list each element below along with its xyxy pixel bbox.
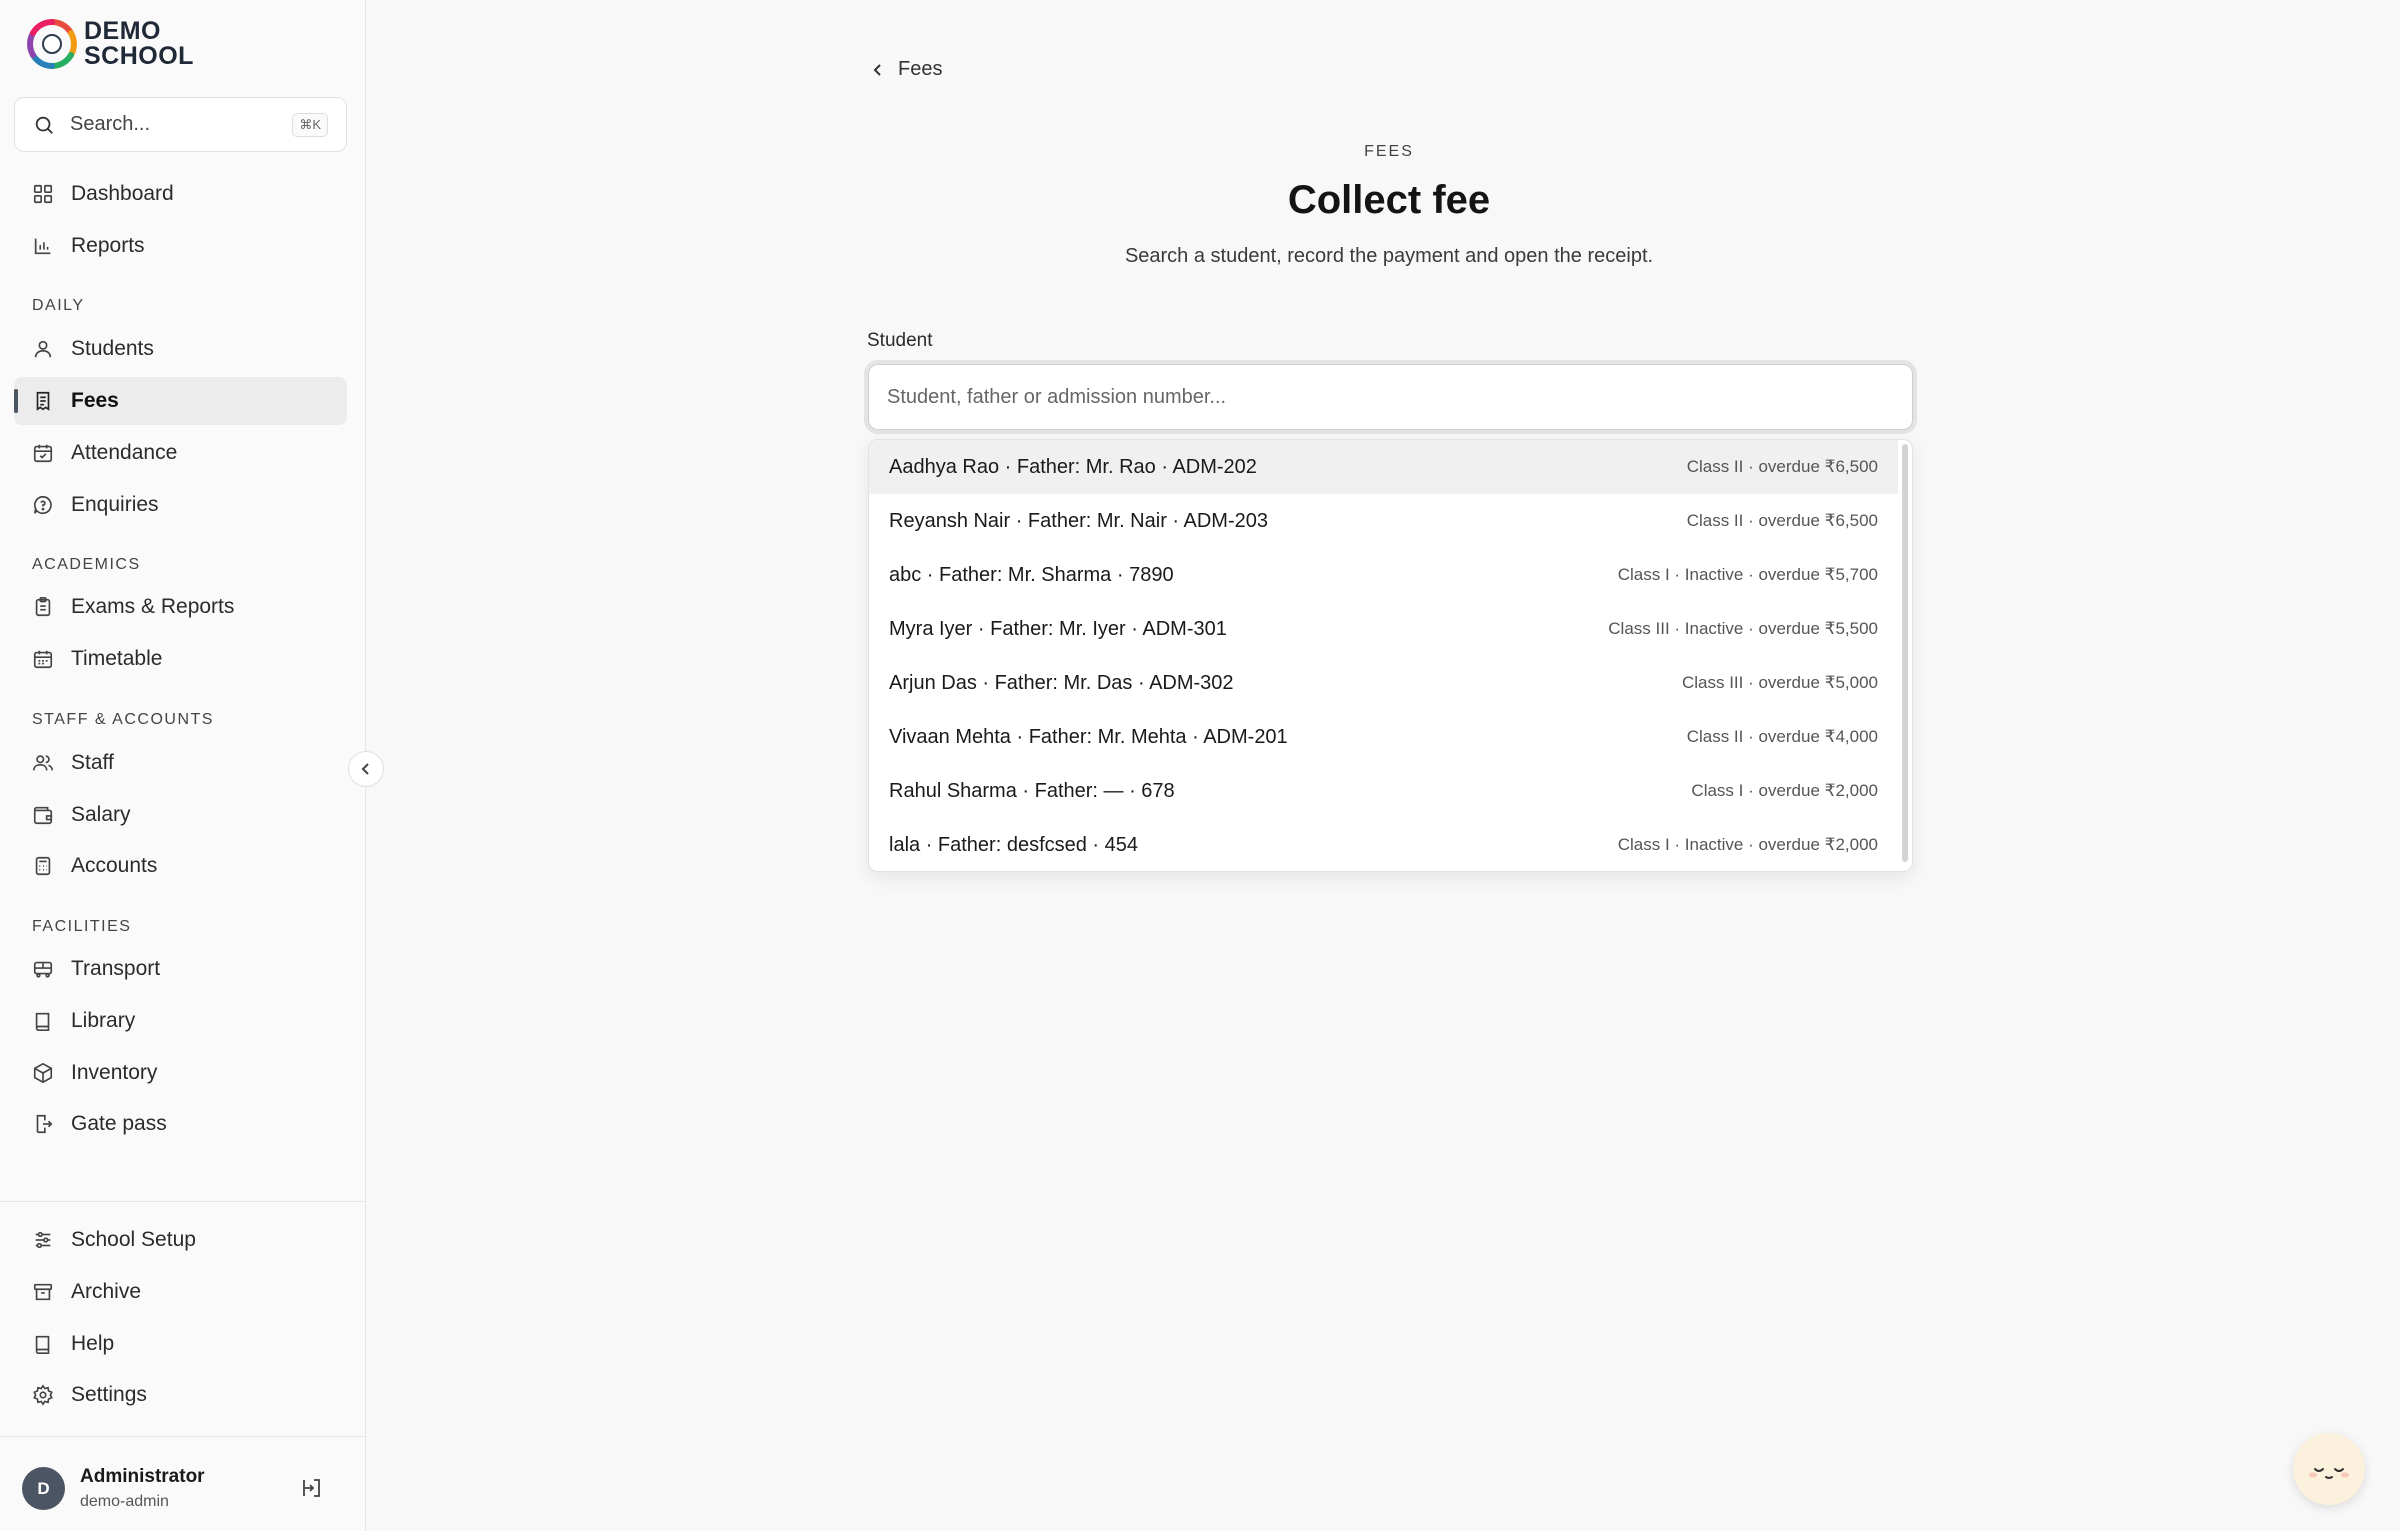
result-option[interactable]: Rahul Sharma · Father: — · 678 Class I ·… (869, 764, 1898, 818)
section-label-staff-accounts: STAFF & ACCOUNTS (32, 711, 214, 728)
user-icon (34, 340, 52, 358)
sidebar-item-label: School Setup (71, 1228, 196, 1251)
sidebar-item-label: Attendance (71, 441, 178, 464)
assistant-face-icon (2309, 1468, 2349, 1479)
search-placeholder: Search... (70, 113, 151, 135)
dashboard-icon (33, 184, 53, 204)
chevron-left-icon (873, 63, 881, 76)
result-option[interactable]: Myra Iyer · Father: Mr. Iyer · ADM-301 C… (869, 602, 1898, 656)
sidebar-item-label: Transport (71, 957, 161, 980)
receipt-icon (36, 391, 50, 411)
student-results-dropdown: Aadhya Rao · Father: Mr. Rao · ADM-202 C… (868, 439, 1913, 872)
section-label-daily: DAILY (32, 297, 85, 314)
result-option[interactable]: Reyansh Nair · Father: Mr. Nair · ADM-20… (869, 494, 1898, 548)
sidebar-item-label: Reports (71, 234, 145, 257)
school-logo[interactable]: DEMO SCHOOL (24, 16, 194, 72)
sidebar-item-label: Salary (71, 803, 131, 826)
sidebar-item-gatepass[interactable]: Gate pass (14, 1100, 347, 1148)
sidebar-item-archive[interactable]: Archive (14, 1268, 347, 1316)
sidebar-item-label: Staff (71, 751, 114, 774)
result-option[interactable]: Arjun Das · Father: Mr. Das · ADM-302 Cl… (869, 656, 1898, 710)
search-icon (35, 116, 53, 134)
book-icon (35, 1335, 50, 1354)
sidebar-item-transport[interactable]: Transport (14, 945, 347, 993)
sidebar-item-staff[interactable]: Staff (14, 739, 347, 787)
bar-chart-icon (34, 238, 51, 255)
logo-icon (27, 19, 77, 69)
sidebar-item-label: Gate pass (71, 1112, 167, 1135)
sidebar-divider (0, 1201, 366, 1202)
settings-icon (33, 1384, 53, 1406)
sidebar-item-salary[interactable]: Salary (14, 791, 347, 839)
avatar: D (22, 1467, 65, 1510)
sidebar-item-attendance[interactable]: Attendance (14, 429, 347, 477)
sidebar-item-label: Archive (71, 1280, 142, 1303)
sidebar-item-timetable[interactable]: Timetable (14, 635, 347, 683)
calculator-icon (35, 856, 51, 876)
calendar-check-icon (33, 444, 53, 463)
sidebar-item-enquiries[interactable]: Enquiries (14, 481, 347, 529)
user-name: Administrator (80, 1466, 205, 1487)
clipboard-icon (35, 597, 51, 617)
sidebar-item-students[interactable]: Students (14, 325, 347, 373)
result-option[interactable]: Aadhya Rao · Father: Mr. Rao · ADM-202 C… (869, 440, 1898, 494)
shortcut-badge: ⌘K (292, 112, 328, 137)
sidebar-item-label: Students (71, 337, 154, 360)
sidebar-item-label: Timetable (71, 647, 163, 670)
sidebar-item-settings[interactable]: Settings (14, 1371, 347, 1419)
collapse-sidebar-button[interactable] (348, 751, 384, 787)
result-option[interactable]: lala · Father: desfcsed · 454 Class I · … (869, 818, 1898, 871)
sliders-icon (35, 1231, 51, 1249)
sidebar-item-label: Exams & Reports (71, 595, 235, 618)
sidebar-item-accounts[interactable]: Accounts (14, 842, 347, 890)
calendar-icon (33, 650, 53, 669)
users-icon (33, 755, 53, 771)
message-icon (33, 495, 52, 515)
sidebar-item-inventory[interactable]: Inventory (14, 1049, 347, 1097)
sidebar-item-reports[interactable]: Reports (14, 222, 347, 270)
sidebar-item-label: Enquiries (71, 493, 159, 516)
sidebar-item-library[interactable]: Library (14, 997, 347, 1045)
sidebar-item-label: Help (71, 1332, 115, 1355)
sidebar-item-label: Fees (71, 389, 119, 412)
dropdown-scrollbar[interactable] (1902, 444, 1908, 862)
page-subtitle: Search a student, record the payment and… (1124, 245, 1654, 267)
sidebar-search[interactable]: Search... ⌘K (14, 97, 347, 152)
door-icon (36, 1114, 53, 1134)
user-username: demo-admin (80, 1493, 169, 1510)
sidebar-item-label: Library (71, 1009, 136, 1032)
active-indicator (14, 389, 18, 413)
result-option[interactable]: abc · Father: Mr. Sharma · 7890 Class I … (869, 548, 1898, 602)
book-icon (35, 1012, 50, 1031)
sidebar-divider (0, 1436, 366, 1437)
archive-icon (33, 1283, 53, 1301)
sidebar-item-label: Accounts (71, 854, 158, 877)
section-label-facilities: FACILITIES (32, 918, 132, 935)
section-label-academics: ACADEMICS (32, 556, 141, 573)
sidebar-item-label: Settings (71, 1383, 147, 1406)
student-search-input[interactable] (868, 364, 1913, 430)
sidebar-item-fees[interactable]: Fees (14, 377, 347, 425)
back-link[interactable]: Fees (870, 58, 942, 81)
student-field-label: Student (867, 330, 933, 351)
logo-text: DEMO SCHOOL (84, 17, 194, 70)
sidebar-item-dashboard[interactable]: Dashboard (14, 170, 347, 218)
sidebar-item-exams[interactable]: Exams & Reports (14, 583, 347, 631)
assistant-button[interactable] (2293, 1433, 2365, 1505)
sidebar: DEMO SCHOOL Search... ⌘K Dashboard Repor… (0, 0, 366, 1531)
page-title: Collect fee (1287, 178, 1491, 222)
sidebar-item-school-setup[interactable]: School Setup (14, 1216, 347, 1264)
page-eyebrow: FEES (1364, 143, 1414, 160)
box-icon (33, 1062, 53, 1084)
result-option[interactable]: Vivaan Mehta · Father: Mr. Mehta · ADM-2… (869, 710, 1898, 764)
sidebar-item-label: Dashboard (71, 182, 174, 205)
chevron-left-icon (361, 763, 369, 775)
wallet-icon (33, 806, 53, 825)
logout-icon[interactable] (300, 1476, 324, 1500)
user-profile[interactable]: D Administrator demo-admin (22, 1466, 205, 1511)
bus-icon (33, 961, 53, 978)
back-label: Fees (898, 58, 943, 80)
sidebar-item-label: Inventory (71, 1061, 158, 1084)
sidebar-item-help[interactable]: Help (14, 1320, 347, 1368)
